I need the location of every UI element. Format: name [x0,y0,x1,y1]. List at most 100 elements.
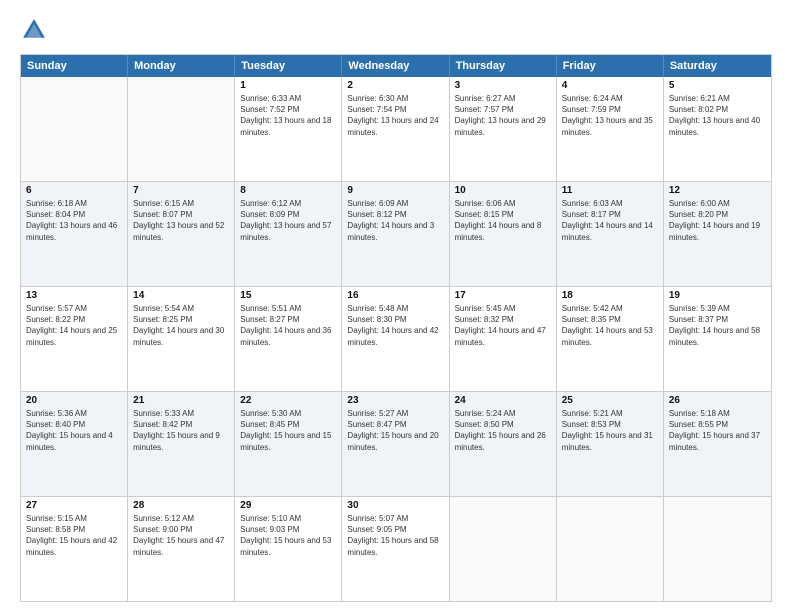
calendar-cell: 4 Sunrise: 6:24 AM Sunset: 7:59 PM Daylig… [557,77,664,181]
calendar-cell: 30 Sunrise: 5:07 AM Sunset: 9:05 PM Dayli… [342,497,449,601]
day-number: 11 [562,185,658,196]
calendar-cell: 10Sunrise: 6:06 AM Sunset: 8:15 PM Dayli… [450,182,557,286]
calendar-cell: 5 Sunrise: 6:21 AM Sunset: 8:02 PM Daylig… [664,77,771,181]
day-number: 29 [240,500,336,511]
day-number: 22 [240,395,336,406]
calendar-cell: 27 Sunrise: 5:15 AM Sunset: 8:58 PM Dayli… [21,497,128,601]
calendar-cell: 21 Sunrise: 5:33 AM Sunset: 8:42 PM Dayli… [128,392,235,496]
day-info: Sunrise: 5:30 AM Sunset: 8:45 PM Dayligh… [240,408,336,453]
calendar-cell: 17 Sunrise: 5:45 AM Sunset: 8:32 PM Dayli… [450,287,557,391]
day-number: 27 [26,500,122,511]
calendar-row: 13Sunrise: 5:57 AM Sunset: 8:22 PM Dayli… [21,286,771,391]
day-number: 4 [562,80,658,91]
day-number: 24 [455,395,551,406]
calendar: SundayMondayTuesdayWednesdayThursdayFrid… [20,54,772,602]
day-number: 20 [26,395,122,406]
calendar-header-row: SundayMondayTuesdayWednesdayThursdayFrid… [21,55,771,77]
calendar-cell: 6 Sunrise: 6:18 AM Sunset: 8:04 PM Daylig… [21,182,128,286]
calendar-cell: 18 Sunrise: 5:42 AM Sunset: 8:35 PM Dayli… [557,287,664,391]
calendar-header-cell: Wednesday [342,55,449,77]
day-info: Sunrise: 5:27 AM Sunset: 8:47 PM Dayligh… [347,408,443,453]
day-number: 21 [133,395,229,406]
header [20,16,772,44]
day-number: 1 [240,80,336,91]
calendar-cell: 3 Sunrise: 6:27 AM Sunset: 7:57 PM Daylig… [450,77,557,181]
calendar-cell [21,77,128,181]
calendar-cell: 24Sunrise: 5:24 AM Sunset: 8:50 PM Dayli… [450,392,557,496]
calendar-body: 1 Sunrise: 6:33 AM Sunset: 7:52 PM Daylig… [21,77,771,601]
calendar-cell: 29 Sunrise: 5:10 AM Sunset: 9:03 PM Dayli… [235,497,342,601]
calendar-cell: 26 Sunrise: 5:18 AM Sunset: 8:55 PM Dayli… [664,392,771,496]
day-info: Sunrise: 5:51 AM Sunset: 8:27 PM Dayligh… [240,303,336,348]
calendar-cell: 8 Sunrise: 6:12 AM Sunset: 8:09 PM Daylig… [235,182,342,286]
calendar-cell: 12 Sunrise: 6:00 AM Sunset: 8:20 PM Dayli… [664,182,771,286]
calendar-cell: 2Sunrise: 6:30 AM Sunset: 7:54 PM Daylig… [342,77,449,181]
calendar-cell: 14 Sunrise: 5:54 AM Sunset: 8:25 PM Dayli… [128,287,235,391]
calendar-cell: 9 Sunrise: 6:09 AM Sunset: 8:12 PM Daylig… [342,182,449,286]
day-number: 25 [562,395,658,406]
calendar-cell: 23 Sunrise: 5:27 AM Sunset: 8:47 PM Dayli… [342,392,449,496]
day-number: 30 [347,500,443,511]
calendar-row: 1 Sunrise: 6:33 AM Sunset: 7:52 PM Daylig… [21,77,771,181]
day-info: Sunrise: 6:18 AM Sunset: 8:04 PM Dayligh… [26,198,122,243]
calendar-cell [664,497,771,601]
day-info: Sunrise: 6:06 AM Sunset: 8:15 PM Dayligh… [455,198,551,243]
day-number: 9 [347,185,443,196]
calendar-header-cell: Thursday [450,55,557,77]
calendar-cell: 25 Sunrise: 5:21 AM Sunset: 8:53 PM Dayli… [557,392,664,496]
calendar-header-cell: Monday [128,55,235,77]
day-info: Sunrise: 6:09 AM Sunset: 8:12 PM Dayligh… [347,198,443,243]
day-number: 18 [562,290,658,301]
calendar-row: 27 Sunrise: 5:15 AM Sunset: 8:58 PM Dayli… [21,496,771,601]
logo-icon [20,16,48,44]
day-info: Sunrise: 5:10 AM Sunset: 9:03 PM Dayligh… [240,513,336,558]
calendar-cell [557,497,664,601]
day-info: Sunrise: 6:15 AM Sunset: 8:07 PM Dayligh… [133,198,229,243]
day-info: Sunrise: 5:12 AM Sunset: 9:00 PM Dayligh… [133,513,229,558]
day-number: 5 [669,80,766,91]
day-number: 13 [26,290,122,301]
day-info: Sunrise: 5:07 AM Sunset: 9:05 PM Dayligh… [347,513,443,558]
calendar-header-cell: Tuesday [235,55,342,77]
day-number: 19 [669,290,766,301]
day-number: 17 [455,290,551,301]
day-info: Sunrise: 5:33 AM Sunset: 8:42 PM Dayligh… [133,408,229,453]
day-number: 28 [133,500,229,511]
calendar-cell: 16Sunrise: 5:48 AM Sunset: 8:30 PM Dayli… [342,287,449,391]
day-info: Sunrise: 6:00 AM Sunset: 8:20 PM Dayligh… [669,198,766,243]
day-number: 12 [669,185,766,196]
calendar-cell: 28 Sunrise: 5:12 AM Sunset: 9:00 PM Dayli… [128,497,235,601]
day-number: 6 [26,185,122,196]
day-info: Sunrise: 5:36 AM Sunset: 8:40 PM Dayligh… [26,408,122,453]
day-info: Sunrise: 5:15 AM Sunset: 8:58 PM Dayligh… [26,513,122,558]
day-info: Sunrise: 5:45 AM Sunset: 8:32 PM Dayligh… [455,303,551,348]
day-number: 2 [347,80,443,91]
day-info: Sunrise: 6:03 AM Sunset: 8:17 PM Dayligh… [562,198,658,243]
day-number: 14 [133,290,229,301]
day-info: Sunrise: 5:18 AM Sunset: 8:55 PM Dayligh… [669,408,766,453]
day-number: 15 [240,290,336,301]
day-info: Sunrise: 6:24 AM Sunset: 7:59 PM Dayligh… [562,93,658,138]
calendar-cell [450,497,557,601]
calendar-cell: 15 Sunrise: 5:51 AM Sunset: 8:27 PM Dayli… [235,287,342,391]
day-number: 23 [347,395,443,406]
day-number: 16 [347,290,443,301]
calendar-cell: 19Sunrise: 5:39 AM Sunset: 8:37 PM Dayli… [664,287,771,391]
calendar-header-cell: Friday [557,55,664,77]
calendar-cell: 22 Sunrise: 5:30 AM Sunset: 8:45 PM Dayli… [235,392,342,496]
day-info: Sunrise: 6:27 AM Sunset: 7:57 PM Dayligh… [455,93,551,138]
day-number: 3 [455,80,551,91]
calendar-cell: 20 Sunrise: 5:36 AM Sunset: 8:40 PM Dayli… [21,392,128,496]
logo [20,16,50,44]
calendar-cell: 13Sunrise: 5:57 AM Sunset: 8:22 PM Dayli… [21,287,128,391]
day-number: 26 [669,395,766,406]
calendar-header-cell: Saturday [664,55,771,77]
day-number: 8 [240,185,336,196]
day-info: Sunrise: 6:21 AM Sunset: 8:02 PM Dayligh… [669,93,766,138]
day-info: Sunrise: 6:12 AM Sunset: 8:09 PM Dayligh… [240,198,336,243]
day-info: Sunrise: 6:33 AM Sunset: 7:52 PM Dayligh… [240,93,336,138]
day-info: Sunrise: 5:21 AM Sunset: 8:53 PM Dayligh… [562,408,658,453]
day-info: Sunrise: 5:42 AM Sunset: 8:35 PM Dayligh… [562,303,658,348]
day-number: 7 [133,185,229,196]
day-info: Sunrise: 5:54 AM Sunset: 8:25 PM Dayligh… [133,303,229,348]
